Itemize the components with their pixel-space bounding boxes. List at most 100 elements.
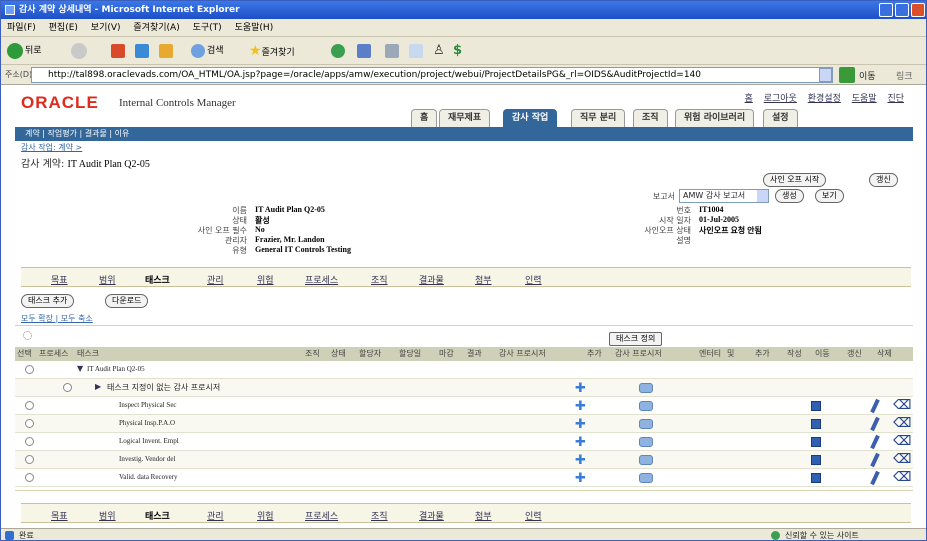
task-definition-button[interactable]: 태스크 정의 — [609, 332, 663, 346]
tab-risk-library[interactable]: 위험 라이브러리 — [675, 109, 755, 127]
mail-button[interactable] — [357, 42, 373, 60]
delete-icon[interactable]: ⌫ — [893, 471, 911, 485]
subtab-organizations[interactable]: 조직 — [371, 509, 388, 522]
history-button[interactable] — [331, 42, 347, 60]
document-icon[interactable] — [811, 401, 821, 411]
subtab-scope[interactable]: 범위 — [99, 509, 116, 522]
subtab-resources[interactable]: 인력 — [525, 273, 542, 286]
subtab-management[interactable]: 관리 — [207, 509, 224, 522]
task-name[interactable]: Inspect Physical Sec — [119, 401, 177, 409]
tab-audit-work[interactable]: 감사 작업 — [503, 109, 558, 127]
subtab-risks[interactable]: 위험 — [257, 509, 274, 522]
global-link-preferences[interactable]: 환경설정 — [808, 94, 841, 104]
update-button[interactable]: 갱신 — [869, 173, 898, 187]
tree-expanded-icon[interactable]: ▼ — [77, 364, 83, 373]
pencil-icon[interactable] — [870, 452, 880, 468]
global-link-home[interactable]: 홈 — [745, 94, 753, 104]
address-input[interactable]: http://tal898.oraclevads.com/OA_HTML/OA.… — [31, 67, 833, 83]
pencil-icon[interactable] — [870, 470, 880, 486]
close-button[interactable] — [911, 3, 925, 17]
document-icon[interactable] — [811, 473, 821, 483]
view-button[interactable]: 보기 — [815, 189, 844, 203]
menu-view[interactable]: 보기(V) — [91, 23, 121, 33]
tab-segregation-of-duties[interactable]: 직무 분리 — [571, 109, 626, 127]
pencil-icon[interactable] — [870, 434, 880, 450]
audit-procedure-icon[interactable] — [639, 401, 653, 411]
sub-navigation-bar[interactable]: 계약 | 작업평가 | 결과물 | 이유 — [15, 127, 913, 141]
address-dropdown-icon[interactable] — [819, 68, 832, 82]
add-cross-icon[interactable]: ✚ — [575, 400, 586, 413]
subtab-tasks[interactable]: 태스크 — [145, 273, 170, 286]
row-select-radio[interactable] — [25, 455, 34, 464]
subtab-scope[interactable]: 범위 — [99, 273, 116, 286]
tab-organization[interactable]: 조직 — [633, 109, 668, 127]
audit-procedure-icon[interactable] — [639, 455, 653, 465]
subtab-risks[interactable]: 위험 — [257, 273, 274, 286]
tab-home[interactable]: 홈 — [411, 109, 438, 127]
row-select-radio[interactable] — [25, 419, 34, 428]
global-link-logout[interactable]: 로그아웃 — [764, 94, 797, 104]
menu-help[interactable]: 도움말(H) — [235, 23, 274, 33]
go-button[interactable]: 이동 — [859, 69, 876, 82]
subtab-organizations[interactable]: 조직 — [371, 273, 388, 286]
tab-setup[interactable]: 설정 — [763, 109, 798, 127]
global-link-diagnostics[interactable]: 진단 — [887, 94, 904, 104]
task-name[interactable]: Physical Insp.P.A.O — [119, 419, 175, 427]
menu-edit[interactable]: 편집(E) — [49, 23, 78, 33]
subtab-deliverables[interactable]: 결과물 — [419, 509, 444, 522]
subtab-objectives[interactable]: 목표 — [51, 509, 68, 522]
document-icon[interactable] — [811, 455, 821, 465]
delete-icon[interactable]: ⌫ — [893, 453, 911, 467]
add-cross-icon[interactable]: ✚ — [575, 436, 586, 449]
home-button[interactable] — [159, 42, 175, 60]
task-name[interactable]: Logical Invent. Empl — [119, 437, 179, 445]
pencil-icon[interactable] — [870, 416, 880, 432]
delete-icon[interactable]: ⌫ — [893, 417, 911, 431]
task-name[interactable]: Valid. data Recovery — [119, 473, 178, 481]
start-signoff-button[interactable]: 사인 오프 시작 — [763, 173, 827, 187]
add-task-button[interactable]: 태스크 추가 — [21, 294, 75, 308]
add-cross-icon[interactable]: ✚ — [575, 454, 586, 467]
menu-tools[interactable]: 도구(T) — [193, 23, 222, 33]
refresh-button[interactable] — [135, 42, 151, 60]
add-cross-icon[interactable]: ✚ — [575, 472, 586, 485]
task-name[interactable]: 태스크 지정이 없는 감사 프로시저 — [107, 382, 220, 393]
favorites-button[interactable]: ★즐겨찾기 — [249, 42, 295, 60]
create-button[interactable]: 생성 — [775, 189, 804, 203]
row-select-radio[interactable] — [25, 365, 34, 374]
tab-financial-statements[interactable]: 재무제표 — [439, 109, 491, 127]
messenger-button[interactable]: ♙ — [433, 42, 445, 60]
row-select-radio[interactable] — [25, 437, 34, 446]
print-button[interactable] — [385, 42, 401, 60]
search-button[interactable]: 검색 — [191, 42, 224, 60]
audit-procedure-icon[interactable] — [639, 419, 653, 429]
delete-icon[interactable]: ⌫ — [893, 399, 911, 413]
subtab-resources[interactable]: 인력 — [525, 509, 542, 522]
audit-procedure-icon[interactable] — [639, 473, 653, 483]
add-cross-icon[interactable]: ✚ — [575, 382, 586, 395]
forward-button[interactable] — [71, 42, 89, 60]
stop-button[interactable] — [111, 42, 127, 60]
task-name[interactable]: Investig. Vendor del — [119, 455, 175, 463]
back-button[interactable]: 뒤로 — [7, 42, 42, 60]
document-icon[interactable] — [811, 437, 821, 447]
row-select-radio[interactable] — [63, 383, 72, 392]
document-icon[interactable] — [811, 419, 821, 429]
add-cross-icon[interactable]: ✚ — [575, 418, 586, 431]
subtab-management[interactable]: 관리 — [207, 273, 224, 286]
subtab-processes[interactable]: 프로세스 — [305, 273, 338, 286]
pencil-icon[interactable] — [870, 398, 880, 414]
global-link-help[interactable]: 도움말 — [852, 94, 877, 104]
money-button[interactable]: $ — [453, 42, 462, 60]
subtab-objectives[interactable]: 목표 — [51, 273, 68, 286]
audit-procedure-icon[interactable] — [639, 437, 653, 447]
download-button[interactable]: 다운로드 — [105, 294, 149, 308]
menu-file[interactable]: 파일(F) — [7, 23, 36, 33]
report-select[interactable]: AMW 감사 보고서 — [679, 189, 769, 203]
menu-favorites[interactable]: 즐겨찾기(A) — [133, 23, 179, 33]
subtab-attachments[interactable]: 첨부 — [475, 273, 492, 286]
links-label[interactable]: 링크 — [896, 69, 913, 82]
subtab-attachments[interactable]: 첨부 — [475, 509, 492, 522]
subtab-processes[interactable]: 프로세스 — [305, 509, 338, 522]
minimize-button[interactable] — [879, 3, 893, 17]
